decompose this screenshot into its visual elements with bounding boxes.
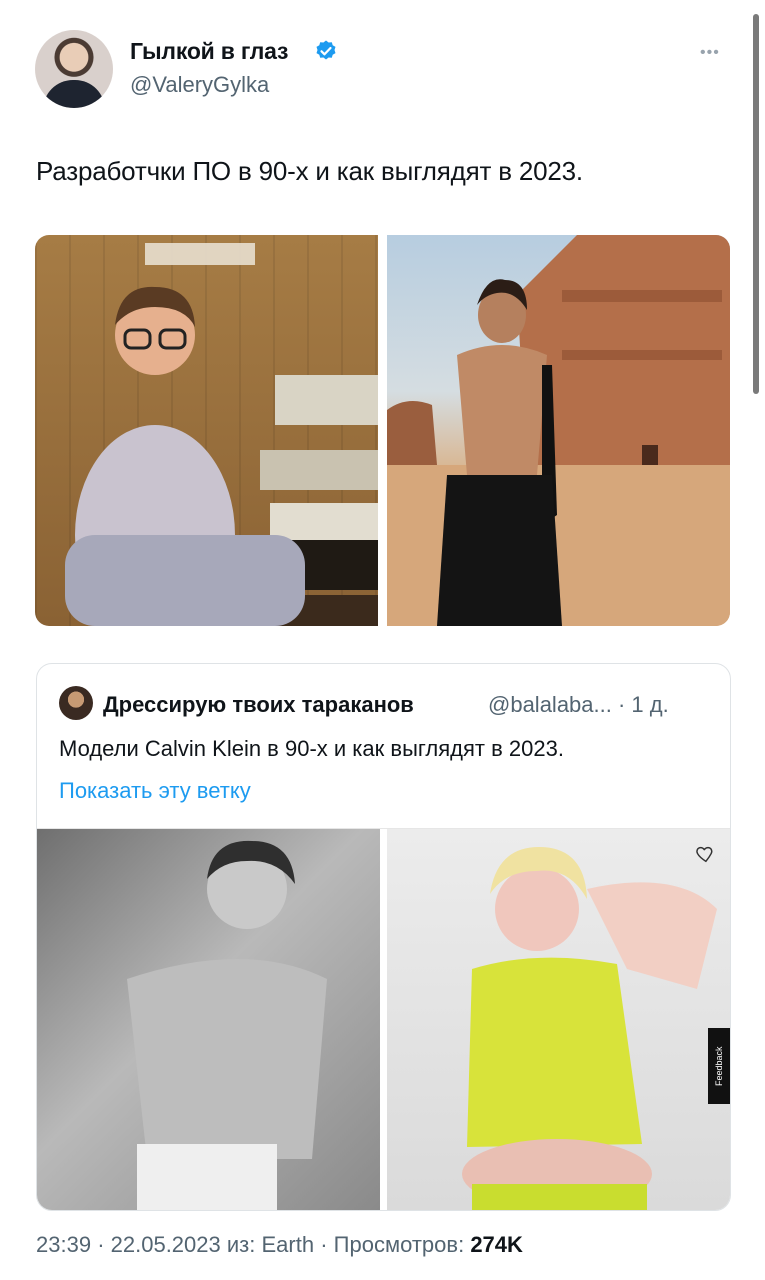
separator-dot: · bbox=[97, 1232, 111, 1257]
quoted-author-avatar[interactable] bbox=[59, 686, 93, 720]
show-thread-link[interactable]: Показать эту ветку bbox=[59, 778, 251, 804]
tweet-meta: 23:39 · 22.05.2023 из: Earth · Просмотро… bbox=[36, 1232, 523, 1258]
quoted-tweet[interactable]: Дрессирую твоих тараканов @balalaba... ·… bbox=[36, 663, 731, 1211]
model-90s-illustration bbox=[127, 840, 327, 1210]
photo-model-90s[interactable] bbox=[37, 829, 380, 1210]
quoted-author-handle[interactable]: @balalaba... · 1 д. bbox=[488, 692, 669, 718]
photo-developer-2023[interactable] bbox=[387, 235, 730, 626]
source-prefix: из: bbox=[226, 1232, 256, 1257]
model-2023-illustration bbox=[462, 847, 717, 1210]
author-display-name[interactable]: Гылкой в глаз bbox=[130, 38, 288, 65]
feedback-tab[interactable]: Feedback bbox=[708, 1028, 730, 1104]
quoted-tweet-media[interactable]: Feedback bbox=[37, 828, 730, 1210]
quoted-author-name[interactable]: Дрессирую твоих тараканов bbox=[103, 692, 414, 718]
tweet-time[interactable]: 23:39 bbox=[36, 1232, 91, 1257]
tweet-text: Разработчки ПО в 90-х и как выглядят в 2… bbox=[36, 156, 583, 186]
more-horizontal-icon[interactable]: ••• bbox=[700, 44, 720, 62]
views-label: Просмотров: bbox=[333, 1232, 465, 1257]
separator-dot: · bbox=[320, 1232, 334, 1257]
developer-90s-illustration bbox=[65, 243, 378, 626]
author-avatar[interactable] bbox=[35, 30, 113, 108]
tweet-media[interactable] bbox=[35, 235, 730, 626]
scrollbar[interactable] bbox=[753, 14, 759, 394]
quoted-tweet-text: Модели Calvin Klein в 90-х и как выглядя… bbox=[59, 736, 564, 761]
author-handle[interactable]: @ValeryGylka bbox=[130, 72, 269, 98]
heart-icon[interactable] bbox=[694, 843, 716, 865]
avatar-shirt bbox=[43, 80, 105, 108]
tweet-source: Earth bbox=[261, 1232, 315, 1257]
tweet-date[interactable]: 22.05.2023 bbox=[111, 1232, 221, 1257]
photo-model-2023[interactable]: Feedback bbox=[387, 829, 730, 1210]
developer-2023-illustration bbox=[387, 235, 730, 626]
views-count[interactable]: 274K bbox=[470, 1232, 523, 1257]
verified-badge-icon bbox=[316, 40, 336, 60]
photo-developer-90s[interactable] bbox=[35, 235, 378, 626]
